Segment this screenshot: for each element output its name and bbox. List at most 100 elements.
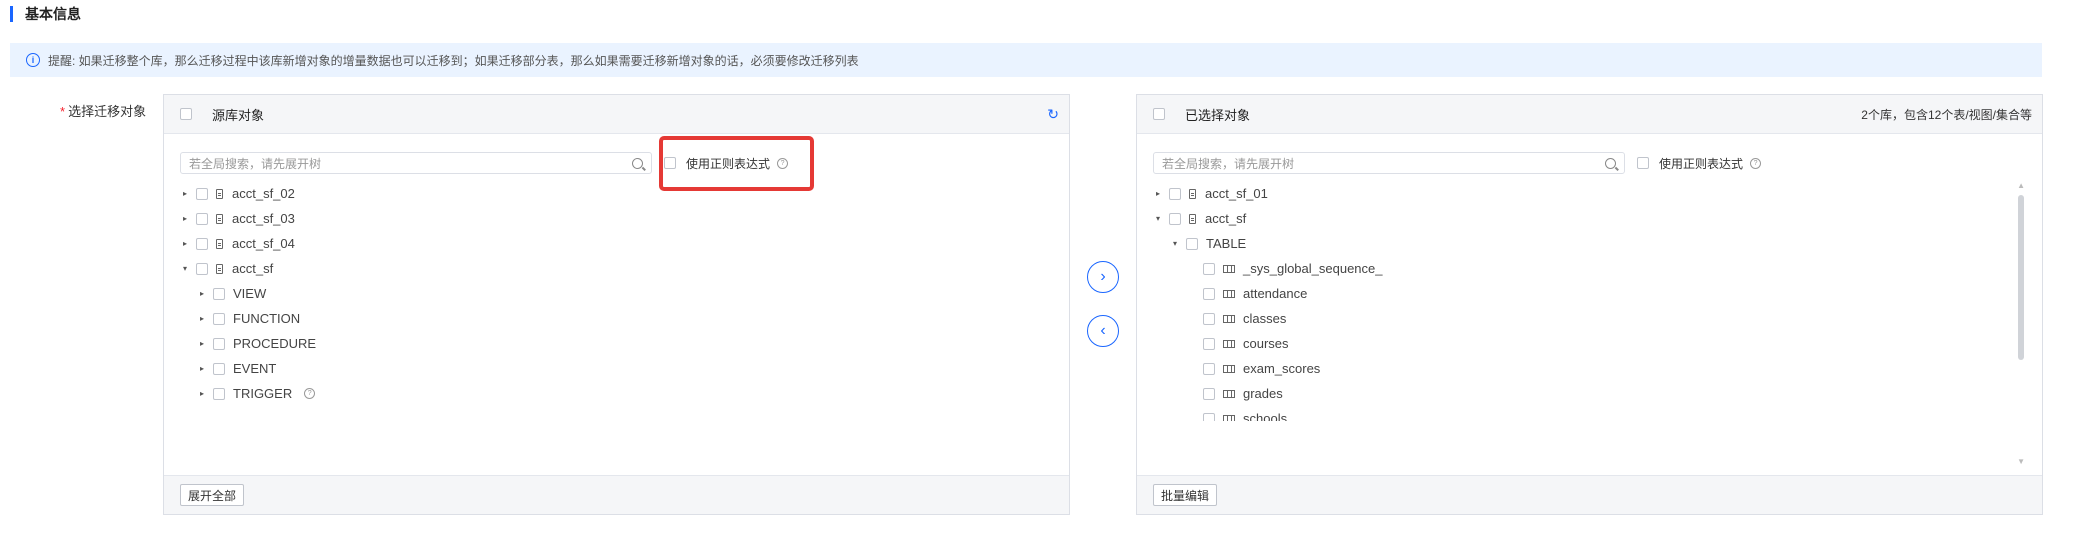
search-icon[interactable] [632,157,643,169]
caret-right-icon[interactable]: ▸ [197,314,207,323]
tree-node-label: acct_sf_02 [232,186,295,201]
tree-node-checkbox[interactable] [196,187,208,200]
caret-right-icon[interactable]: ▸ [180,214,190,223]
database-icon [216,238,223,249]
tree-node[interactable]: ▸ VIEW [180,281,316,306]
tree-node[interactable]: exam_scores [1153,356,2023,381]
regex-highlight-box [659,136,814,191]
move-right-button[interactable]: › [1087,261,1119,293]
tree-node-checkbox[interactable] [1203,362,1215,375]
tree-node-checkbox[interactable] [1203,312,1215,325]
tree-node-label: grades [1243,386,1283,401]
table-icon [1223,314,1235,323]
tree-node[interactable]: ▸ acct_sf_04 [180,231,316,256]
target-panel-footer: 批量编辑 [1137,475,2042,514]
source-panel-title: 源库对象 [212,107,265,123]
tree-node-checkbox[interactable] [213,337,225,350]
tree-node-checkbox[interactable] [1203,387,1215,400]
tree-node-checkbox[interactable] [196,237,208,250]
tree-node[interactable]: ▸ FUNCTION [180,306,316,331]
caret-right-icon[interactable]: ▸ [180,239,190,248]
help-icon[interactable]: ? [1750,157,1762,169]
section-title: 基本信息 [25,6,81,22]
table-icon [1223,289,1235,298]
tree-node[interactable]: classes [1153,306,2023,331]
target-summary: 2个库，包含12个表/视图/集合等 [1861,107,2032,122]
tree-node-checkbox[interactable] [1203,412,1215,421]
tree-node[interactable]: ▾ TABLE [1153,231,2023,256]
target-regex-checkbox[interactable] [1637,157,1649,169]
tree-node-checkbox[interactable] [196,212,208,225]
table-icon [1223,389,1235,398]
database-icon [216,263,223,274]
tree-node-label: acct_sf [232,261,274,276]
caret-right-icon[interactable]: ▸ [197,364,207,373]
caret-down-icon[interactable]: ▾ [1170,239,1180,248]
tree-node[interactable]: ▸ PROCEDURE [180,331,316,356]
tree-node-label: acct_sf_01 [1205,186,1268,201]
batch-edit-button[interactable]: 批量编辑 [1153,484,1218,506]
tree-node-checkbox[interactable] [1169,212,1181,225]
tree-node[interactable]: schools [1153,406,2023,421]
tree-node[interactable]: ▾ acct_sf [1153,206,2023,231]
caret-right-icon[interactable]: ▸ [180,189,190,198]
search-icon[interactable] [1605,157,1616,169]
tree-node-label: TABLE [1206,236,1247,251]
tree-node[interactable]: attendance [1153,281,2023,306]
tree-node-checkbox[interactable] [1203,262,1215,275]
section-accent-bar [10,6,13,22]
tree-node-checkbox[interactable] [213,387,225,400]
target-search-row: 若全局搜索，请先展开树 使用正则表达式 ? [1153,152,1762,174]
target-regex-option[interactable]: 使用正则表达式 ? [1637,155,1762,172]
refresh-icon[interactable]: ↻ [1047,106,1059,123]
tree-node-checkbox[interactable] [1186,237,1198,250]
source-panel-footer: 展开全部 [164,475,1069,514]
tree-node-label: TRIGGER [233,386,293,401]
caret-right-icon[interactable]: ▸ [197,289,207,298]
caret-down-icon[interactable]: ▾ [1153,214,1163,223]
expand-all-button[interactable]: 展开全部 [180,484,245,506]
tree-node-label: classes [1243,311,1287,326]
tree-node-checkbox[interactable] [1203,337,1215,350]
source-search-input[interactable]: 若全局搜索，请先展开树 [180,152,652,174]
tree-node[interactable]: ▸ acct_sf_02 [180,181,316,206]
chevron-left-icon: ‹ [1100,322,1106,339]
scroll-down-icon[interactable]: ▼ [2017,457,2025,466]
source-panel: 源库对象 ↻ 若全局搜索，请先展开树 使用正则表达式 ? ▸ acct_sf_02… [163,94,1070,515]
tree-node[interactable]: courses [1153,331,2023,356]
form-label-text: 选择迁移对象 [68,104,147,119]
target-search-input[interactable]: 若全局搜索，请先展开树 [1153,152,1625,174]
tree-node-checkbox[interactable] [1203,287,1215,300]
tree-node[interactable]: ▾ acct_sf [180,256,316,281]
tree-node[interactable]: ▸ TRIGGER? [180,381,316,406]
move-left-button[interactable]: ‹ [1087,315,1119,347]
caret-right-icon[interactable]: ▸ [1153,189,1163,198]
section-header: 基本信息 [10,4,81,24]
source-select-all-checkbox[interactable] [180,108,192,120]
tree-node[interactable]: grades [1153,381,2023,406]
tree-node-label: _sys_global_sequence_ [1243,261,1383,276]
target-scrollbar[interactable] [2018,195,2024,360]
caret-down-icon[interactable]: ▾ [180,264,190,273]
tree-node-label: acct_sf [1205,211,1247,226]
tree-node[interactable]: ▸ acct_sf_03 [180,206,316,231]
scroll-up-icon[interactable]: ▲ [2017,181,2025,190]
chevron-right-icon: › [1100,268,1106,285]
tree-node-checkbox[interactable] [213,362,225,375]
tree-node[interactable]: ▸ acct_sf_01 [1153,181,2023,206]
tree-node-checkbox[interactable] [1169,187,1181,200]
tree-node-label: attendance [1243,286,1308,301]
tree-node-checkbox[interactable] [213,312,225,325]
target-panel-header: 已选择对象 2个库，包含12个表/视图/集合等 [1137,95,2042,134]
tree-node-label: EVENT [233,361,277,376]
tree-node[interactable]: ▸ EVENT [180,356,316,381]
table-icon [1223,264,1235,273]
tree-node[interactable]: _sys_global_sequence_ [1153,256,2023,281]
caret-right-icon[interactable]: ▸ [197,339,207,348]
help-icon[interactable]: ? [304,388,316,399]
tree-node-checkbox[interactable] [213,287,225,300]
caret-right-icon[interactable]: ▸ [197,389,207,398]
tree-node-checkbox[interactable] [196,262,208,275]
target-select-all-checkbox[interactable] [1153,108,1165,120]
tip-text: 提醒: 如果迁移整个库，那么迁移过程中该库新增对象的增量数据也可以迁移到；如果迁… [48,53,859,68]
